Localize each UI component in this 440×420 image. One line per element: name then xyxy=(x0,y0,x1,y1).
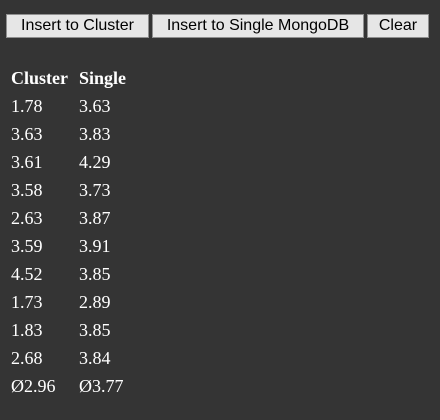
cluster-average: Ø2.96 xyxy=(11,376,56,396)
cluster-value: 1.83 xyxy=(11,320,43,340)
single-value: 3.87 xyxy=(79,208,111,228)
table-row: 4.52 3.85 xyxy=(9,260,128,288)
cluster-column-header: Cluster xyxy=(11,68,68,88)
toolbar: Insert to Cluster Insert to Single Mongo… xyxy=(6,14,429,38)
table-row: 3.63 3.83 xyxy=(9,120,128,148)
single-value: 3.73 xyxy=(79,180,111,200)
single-value: 3.91 xyxy=(79,236,111,256)
header-row: Cluster Single xyxy=(9,64,128,92)
single-value: 2.89 xyxy=(79,292,111,312)
table-row: 3.59 3.91 xyxy=(9,232,128,260)
cluster-value: 3.61 xyxy=(11,152,43,172)
cluster-value: 2.63 xyxy=(11,208,43,228)
cluster-value: 1.78 xyxy=(11,96,43,116)
table-row: 3.61 4.29 xyxy=(9,148,128,176)
clear-button[interactable]: Clear xyxy=(367,14,429,38)
single-value: 3.83 xyxy=(79,124,111,144)
cluster-value: 3.58 xyxy=(11,180,43,200)
table-row: 1.73 2.89 xyxy=(9,288,128,316)
table-row: 2.68 3.84 xyxy=(9,344,128,372)
table-row: 3.58 3.73 xyxy=(9,176,128,204)
results-table: Cluster Single 1.78 3.63 3.63 3.83 3.61 … xyxy=(9,64,128,400)
insert-to-cluster-button[interactable]: Insert to Cluster xyxy=(6,14,149,38)
cluster-value: 3.59 xyxy=(11,236,43,256)
single-value: 3.85 xyxy=(79,320,111,340)
insert-to-single-mongodb-button[interactable]: Insert to Single MongoDB xyxy=(152,14,364,38)
single-column-header: Single xyxy=(79,68,127,88)
single-value: 4.29 xyxy=(79,152,111,172)
table-row: 2.63 3.87 xyxy=(9,204,128,232)
cluster-value: 2.68 xyxy=(11,348,43,368)
cluster-value: 1.73 xyxy=(11,292,43,312)
single-value: 3.84 xyxy=(79,348,111,368)
single-average: Ø3.77 xyxy=(79,376,124,396)
cluster-value: 4.52 xyxy=(11,264,43,284)
table-row: 1.83 3.85 xyxy=(9,316,128,344)
cluster-value: 3.63 xyxy=(11,124,43,144)
single-value: 3.63 xyxy=(79,96,111,116)
table-row: 1.78 3.63 xyxy=(9,92,128,120)
single-value: 3.85 xyxy=(79,264,111,284)
average-row: Ø2.96 Ø3.77 xyxy=(9,372,128,400)
